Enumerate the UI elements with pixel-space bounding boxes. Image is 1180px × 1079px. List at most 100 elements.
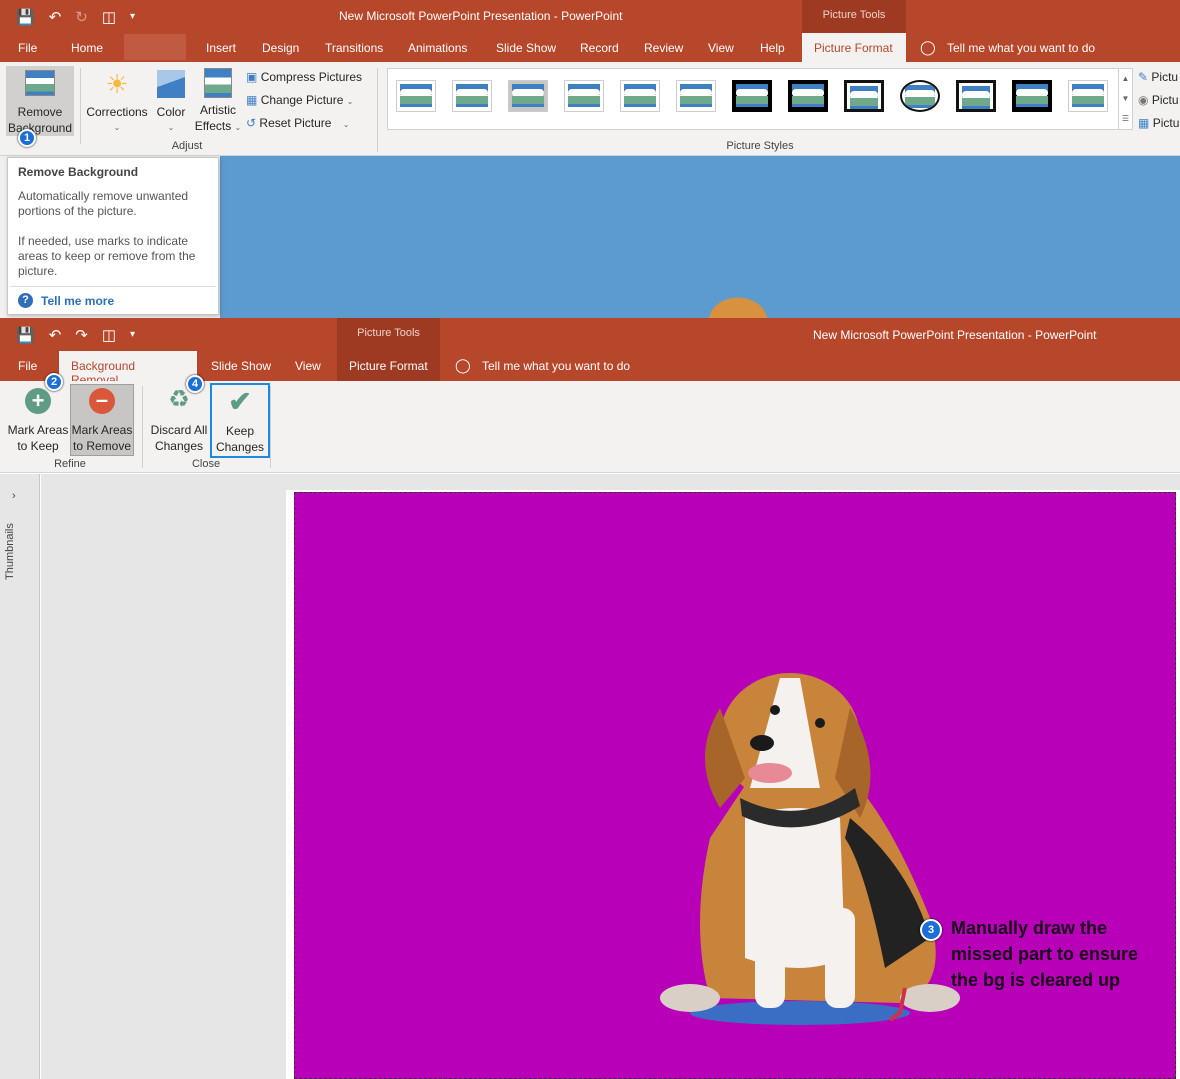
tell-me-more-link[interactable]: Tell me more: [41, 294, 114, 308]
mark-areas-to-remove-button[interactable]: – Mark Areas to Remove: [70, 384, 134, 456]
artistic-effects-button[interactable]: Artistic Effects ⌄: [192, 68, 244, 136]
gallery-scroll[interactable]: ▲ ▼ ☰: [1118, 69, 1132, 129]
corrections-label: Corrections: [86, 105, 148, 119]
remove-background-icon: [25, 70, 55, 96]
dog-front-leg-left: [755, 908, 785, 1008]
picture-layout-button[interactable]: ▦ Pictu: [1138, 116, 1179, 130]
style-thumb-hill: [850, 98, 878, 106]
tab-review[interactable]: Review: [644, 41, 683, 55]
tab-animations[interactable]: Animations: [408, 41, 467, 55]
save-icon[interactable]: 💾: [16, 8, 35, 26]
style-thumb-base: [850, 106, 878, 109]
remove-background-tooltip: Remove Background Automatically remove u…: [7, 157, 219, 315]
style-thumb-base: [680, 104, 712, 107]
customize-qat-icon[interactable]: ▾: [130, 11, 135, 22]
picture-style-13[interactable]: [1068, 80, 1108, 112]
keep-changes-button[interactable]: ✔ Keep Changes: [210, 383, 270, 458]
mark-areas-to-keep-button[interactable]: + Mark Areas to Keep: [6, 384, 70, 456]
compress-icon: ▣: [246, 70, 258, 84]
tab-insert[interactable]: Insert: [206, 41, 236, 55]
tab-picture-format-2[interactable]: Picture Format: [349, 359, 428, 373]
window2-title: New Microsoft PowerPoint Presentation - …: [813, 328, 1097, 342]
dog-front-leg-right: [825, 908, 855, 1008]
tab-file-2[interactable]: File: [18, 359, 37, 373]
gallery-more-icon[interactable]: ☰: [1119, 109, 1132, 129]
picture-style-2[interactable]: [452, 80, 492, 112]
style-thumb-hill: [736, 96, 768, 104]
color-icon: [157, 70, 185, 98]
change-picture-icon: ▦: [246, 93, 258, 107]
picture-border-button[interactable]: ✎ Pictu: [1138, 70, 1178, 84]
picture-effects-button[interactable]: ◉ Pictu: [1138, 93, 1179, 107]
tell-me-search[interactable]: Tell me what you want to do: [947, 41, 1095, 55]
undo-icon[interactable]: ↶: [49, 8, 62, 26]
style-thumb-base: [736, 104, 768, 107]
save-icon[interactable]: 💾: [16, 326, 35, 344]
adjust-group-label: Adjust: [171, 140, 203, 152]
discard-label-2: Changes: [154, 439, 204, 453]
tab-slide-show[interactable]: Slide Show: [496, 41, 556, 55]
picture-style-12[interactable]: [1012, 80, 1052, 112]
picture-layout-label: Pictu: [1152, 116, 1180, 130]
picture-style-6[interactable]: [676, 80, 716, 112]
tab-slide-show-2[interactable]: Slide Show: [211, 359, 271, 373]
mark-remove-label-2: to Remove: [72, 439, 132, 453]
tab-design[interactable]: Design: [262, 41, 299, 55]
mark-keep-label-1: Mark Areas: [7, 423, 69, 437]
tab-file[interactable]: File: [18, 41, 37, 55]
dog-nose: [750, 735, 774, 751]
window-title: New Microsoft PowerPoint Presentation - …: [339, 9, 623, 23]
style-thumb-base: [568, 104, 600, 107]
reset-picture-button[interactable]: ↺ Reset Picture ⌄: [246, 116, 349, 130]
tab-background-removal[interactable]: Background Removal: [59, 351, 197, 387]
lightbulb-icon: ◯: [455, 357, 471, 373]
slideshow-from-start-icon[interactable]: ◫: [102, 326, 116, 344]
refine-group-label: Refine: [54, 458, 86, 470]
picture-style-10[interactable]: [900, 80, 940, 112]
picture-style-3[interactable]: [508, 80, 548, 112]
tab-home[interactable]: Home: [71, 41, 103, 55]
close-group-label: Close: [191, 458, 221, 470]
tab-view[interactable]: View: [708, 41, 734, 55]
scroll-up-icon[interactable]: ▲: [1119, 69, 1132, 89]
compress-pictures-button[interactable]: ▣ Compress Pictures: [246, 70, 362, 84]
discard-all-changes-button[interactable]: ♻ Discard All Changes: [148, 384, 210, 456]
scroll-down-icon[interactable]: ▼: [1119, 89, 1132, 109]
picture-style-9[interactable]: [844, 80, 884, 112]
change-picture-button[interactable]: ▦ Change Picture ⌄: [246, 93, 353, 107]
tab-record[interactable]: Record: [580, 41, 619, 55]
tooltip-divider: [10, 286, 216, 287]
checkmark-icon: ✔: [228, 386, 252, 417]
tab-transitions[interactable]: Transitions: [325, 41, 383, 55]
reset-picture-label: Reset Picture: [259, 116, 332, 130]
undo-icon[interactable]: ↶: [49, 326, 62, 344]
customize-qat-icon[interactable]: ▾: [130, 329, 135, 340]
annotation-line-1: Manually draw the: [951, 918, 1108, 938]
tell-me-search-2[interactable]: Tell me what you want to do: [482, 359, 630, 373]
group-separator: [377, 68, 378, 152]
keep-label-1: Keep: [225, 424, 255, 438]
tab-picture-format[interactable]: Picture Format: [802, 33, 906, 62]
expand-thumbnails-icon[interactable]: ›: [12, 490, 16, 502]
picture-style-5[interactable]: [620, 80, 660, 112]
color-button[interactable]: Color ⌄: [152, 68, 190, 136]
redo-icon[interactable]: ↷: [75, 326, 88, 344]
picture-style-7[interactable]: [732, 80, 772, 112]
dog-eye-left: [770, 705, 780, 715]
remove-background-button[interactable]: Remove Background: [6, 66, 74, 136]
picture-style-4[interactable]: [564, 80, 604, 112]
redo-icon[interactable]: ↻: [75, 8, 88, 26]
beagle-image: [660, 673, 960, 1025]
corrections-button[interactable]: ☀ Corrections ⌄: [84, 68, 150, 136]
tab-view-2[interactable]: View: [295, 359, 321, 373]
slideshow-from-start-icon[interactable]: ◫: [102, 8, 116, 26]
picture-style-11[interactable]: [956, 80, 996, 112]
style-thumb-hill: [1016, 96, 1048, 104]
tab-help[interactable]: Help: [760, 41, 785, 55]
artistic-effects-label-2: Effects: [194, 119, 232, 133]
pen-icon: ✎: [1138, 70, 1149, 84]
tooltip-title: Remove Background: [18, 165, 139, 179]
picture-style-1[interactable]: [396, 80, 436, 112]
picture-style-8[interactable]: [788, 80, 828, 112]
thumbnails-label[interactable]: Thumbnails: [4, 510, 16, 580]
